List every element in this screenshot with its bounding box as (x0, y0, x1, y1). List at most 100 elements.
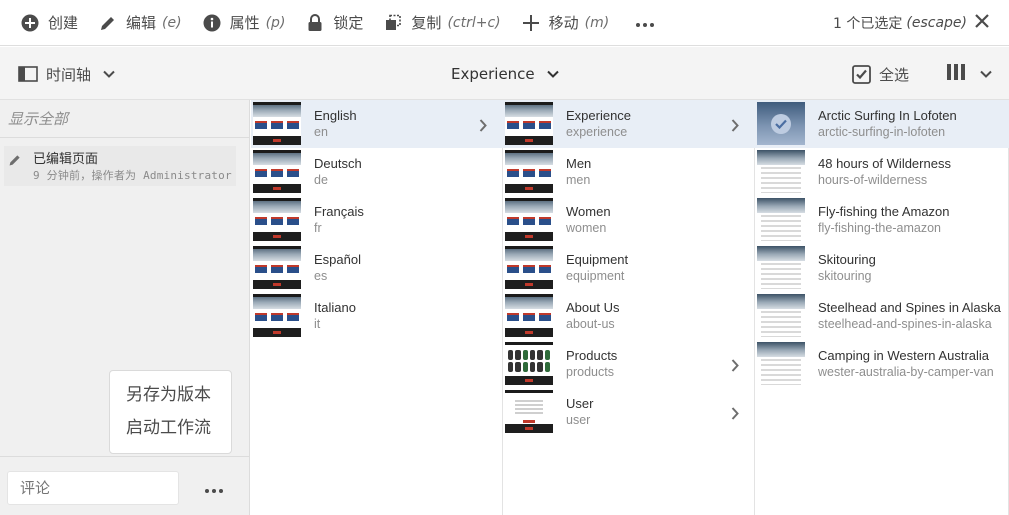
pencil-icon (8, 152, 22, 171)
column-item[interactable]: User user (503, 388, 755, 436)
selection-shortcut: (escape) (906, 15, 967, 31)
timeline-rail: 显示全部 已编辑页面 9 分钟前，操作者为 Administrator 另存为版… (0, 100, 250, 515)
timeline-entry-meta: 9 分钟前，操作者为 Administrator (33, 169, 232, 182)
column-item-title: Steelhead and Spines in Alaska (818, 300, 1001, 315)
column-item-title: Women (566, 204, 611, 219)
select-all-button[interactable]: 全选 (852, 61, 909, 87)
lock-icon (305, 13, 325, 33)
more-actions-button[interactable] (625, 0, 665, 46)
view-title-dropdown[interactable]: Experience (451, 61, 559, 87)
column-experience: Experience experience Men men Women women Equi… (503, 100, 755, 515)
column-item[interactable]: Fly-fishing the Amazon fly-fishing-the-am… (755, 196, 1009, 244)
chevron-right-icon[interactable] (731, 357, 739, 376)
column-item-title: Français (314, 204, 364, 219)
column-item-title: Italiano (314, 300, 356, 315)
column-item-name: en (314, 125, 328, 139)
page-thumbnail (505, 246, 553, 289)
column-item[interactable]: Italiano it (251, 292, 503, 340)
comment-input[interactable] (7, 471, 179, 505)
view-title: Experience (451, 65, 535, 83)
column-item-name: user (566, 413, 591, 427)
edit-label: 编辑 (126, 14, 157, 32)
column-item[interactable]: 48 hours of Wilderness hours-of-wildernes… (755, 148, 1009, 196)
more-icon[interactable] (204, 479, 224, 498)
lock-label: 锁定 (333, 14, 364, 32)
column-item-name: arctic-surfing-in-lofoten (818, 125, 946, 139)
page-thumbnail (757, 246, 805, 289)
chevron-right-icon[interactable] (731, 405, 739, 424)
close-selection-button[interactable] (971, 11, 993, 33)
column-item-name: wester-australia-by-camper-van (818, 365, 994, 379)
column-item[interactable]: Français fr (251, 196, 503, 244)
rail-toggle-button[interactable]: 时间轴 (18, 61, 115, 87)
pencil-icon (98, 13, 118, 33)
start-workflow-item[interactable]: 启动工作流 (126, 412, 231, 445)
column-item[interactable]: Deutsch de (251, 148, 503, 196)
comment-bar (0, 456, 250, 515)
column-item-name: experience (566, 125, 628, 139)
column-item-title: Fly-fishing the Amazon (818, 204, 950, 219)
page-thumbnail (505, 390, 553, 433)
selection-label: 1 个已选定 (833, 16, 903, 32)
plus-circle-icon (20, 13, 40, 33)
toolbar: 时间轴 Experience 全选 (0, 47, 1009, 100)
page-thumbnail (253, 294, 301, 337)
lock-button[interactable]: 锁定 (295, 0, 373, 46)
move-label: 移动 (548, 14, 579, 32)
column-item-title: Skitouring (818, 252, 876, 267)
checkmark-icon (771, 114, 791, 134)
column-item[interactable]: Skitouring skitouring (755, 244, 1009, 292)
page-thumbnail (505, 102, 553, 145)
column-item-name: hours-of-wilderness (818, 173, 928, 187)
column-item[interactable]: English en (251, 100, 503, 148)
edit-button[interactable]: 编辑 (e) (88, 0, 192, 46)
column-item-name: equipment (566, 269, 625, 283)
column-item-title: Men (566, 156, 592, 171)
properties-button[interactable]: 属性 (p) (192, 0, 296, 46)
move-shortcut: (m) (584, 14, 610, 31)
rail-panel-icon (18, 66, 38, 82)
rail-toggle-label: 时间轴 (46, 65, 92, 84)
page-thumbnail (253, 150, 301, 193)
timeline-actions-popover: 另存为版本 启动工作流 (109, 370, 232, 454)
column-item[interactable]: Women women (503, 196, 755, 244)
column-item[interactable]: Experience experience (503, 100, 755, 148)
column-item[interactable]: Equipment equipment (503, 244, 755, 292)
column-item[interactable]: Men men (503, 148, 755, 196)
chevron-right-icon[interactable] (479, 117, 487, 136)
save-as-version-item[interactable]: 另存为版本 (126, 379, 231, 412)
page-thumbnail (505, 198, 553, 241)
column-item-name: es (314, 269, 328, 283)
edit-shortcut: (e) (162, 14, 182, 31)
create-button[interactable]: 创建 (0, 0, 88, 46)
column-item[interactable]: Steelhead and Spines in Alaska steelhead-… (755, 292, 1009, 340)
view-switcher[interactable] (946, 61, 992, 87)
column-item[interactable]: About Us about-us (503, 292, 755, 340)
page-thumbnail (757, 342, 805, 385)
column-languages: English en Deutsch de Français fr Español es Ita… (251, 100, 503, 515)
column-item[interactable]: Products products (503, 340, 755, 388)
chevron-down-icon (103, 70, 115, 78)
page-thumbnail (505, 342, 553, 385)
select-all-label: 全选 (879, 65, 910, 84)
column-item[interactable]: Español es (251, 244, 503, 292)
page-thumbnail (253, 246, 301, 289)
chevron-right-icon[interactable] (731, 117, 739, 136)
selection-count: 1 个已选定 (escape) (833, 0, 967, 46)
column-item[interactable]: Arctic Surfing In Lofoten arctic-surfing-… (755, 100, 1009, 148)
timeline-filter[interactable]: 显示全部 (0, 100, 249, 138)
move-button[interactable]: 移动 (m) (511, 0, 620, 46)
close-icon (975, 13, 989, 32)
column-item[interactable]: Camping in Western Australia wester-austr… (755, 340, 1009, 388)
timeline-entry-title: 已编辑页面 (33, 152, 99, 167)
page-thumbnail (505, 150, 553, 193)
timeline-entry[interactable]: 已编辑页面 9 分钟前，操作者为 Administrator (4, 146, 236, 186)
chevron-down-icon (546, 70, 559, 78)
create-label: 创建 (48, 14, 79, 32)
chevron-down-icon (980, 70, 992, 78)
checkbox-checked-icon (852, 64, 871, 84)
column-item-name: products (566, 365, 614, 379)
column-item-title: Deutsch (314, 156, 362, 171)
copy-button[interactable]: 复制 (ctrl+c) (373, 0, 510, 46)
column-item-name: men (566, 173, 591, 187)
